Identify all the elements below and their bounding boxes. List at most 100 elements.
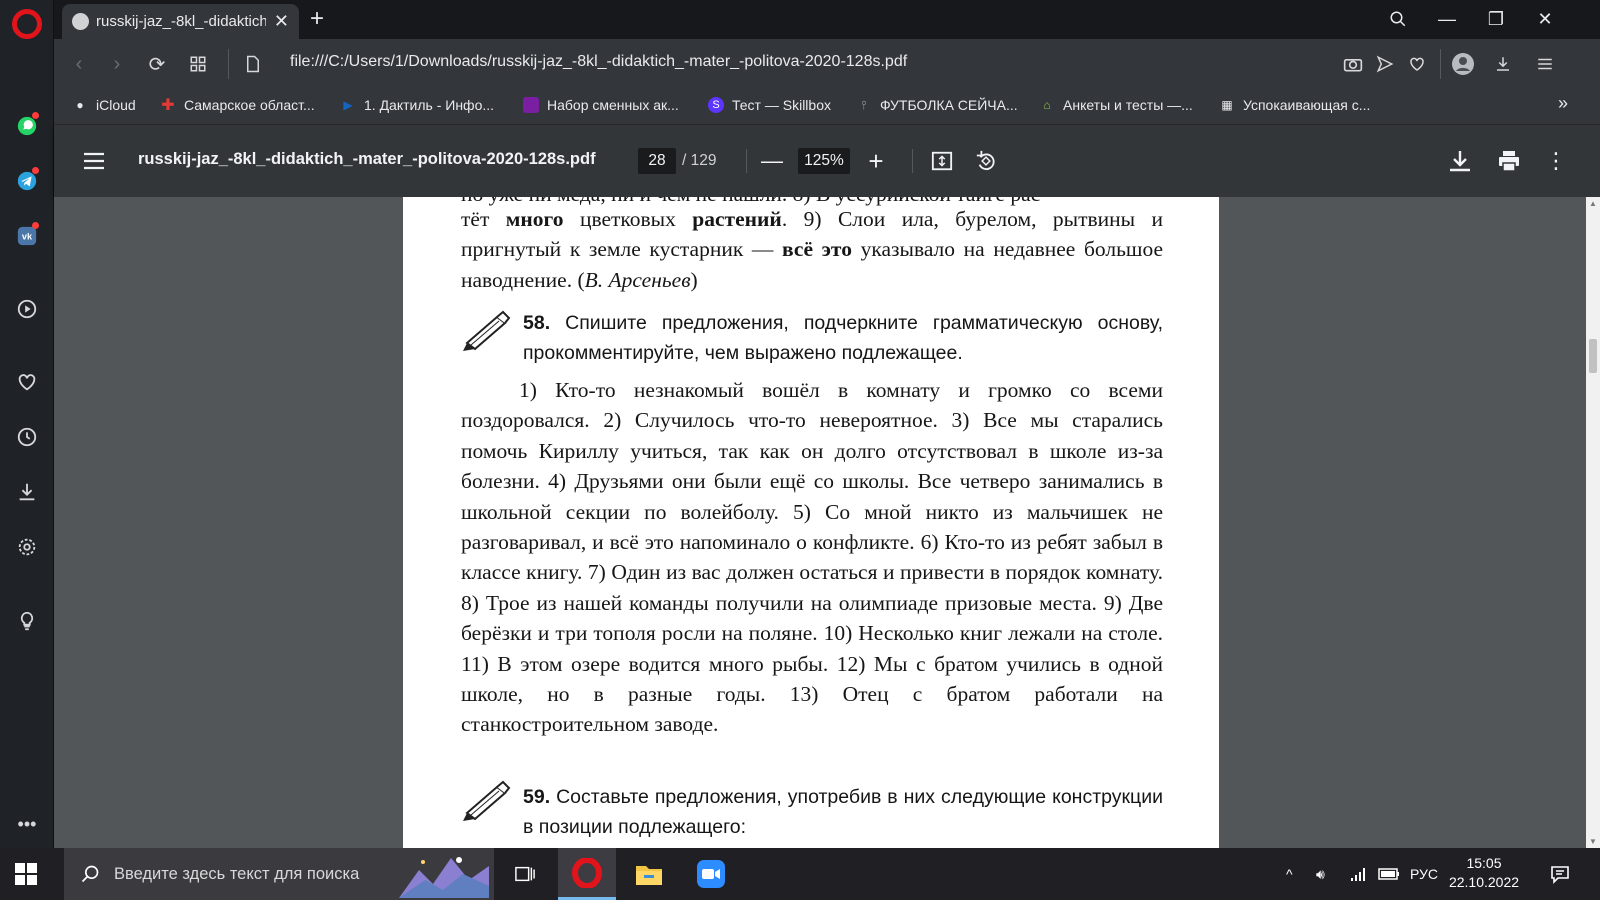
divider bbox=[228, 49, 229, 79]
notification-dot bbox=[32, 167, 39, 174]
bookmark-heart-icon[interactable] bbox=[1404, 51, 1430, 77]
clock[interactable]: 15:05 22.10.2022 bbox=[1440, 854, 1528, 892]
bookmark-label: Самарское област... bbox=[184, 97, 315, 113]
lightbulb-icon[interactable] bbox=[11, 605, 43, 637]
search-tabs-icon[interactable] bbox=[1385, 6, 1411, 32]
easy-setup-icon[interactable] bbox=[1532, 51, 1558, 77]
tab-pdf[interactable]: russkij-jaz_-8kl_-didaktich_ ✕ bbox=[62, 4, 299, 39]
bookmark-label: Успокаивающая с... bbox=[1243, 97, 1371, 113]
downloads-icon[interactable] bbox=[11, 476, 43, 508]
exercise-58-heading: 58. Спишите предложения, подчеркните гра… bbox=[523, 308, 1163, 369]
task-view-icon[interactable] bbox=[496, 848, 554, 900]
taskbar-opera[interactable] bbox=[558, 848, 616, 900]
scroll-thumb[interactable] bbox=[1589, 339, 1597, 373]
vk-icon[interactable]: vk bbox=[11, 220, 43, 252]
forward-button[interactable]: › bbox=[104, 51, 130, 77]
screen: vk ••• russkij-jaz_-8kl_-didaktich_ ✕ + bbox=[0, 0, 1600, 900]
scrollbar[interactable]: ▲ ▼ bbox=[1586, 197, 1600, 848]
notification-dot bbox=[32, 112, 39, 119]
page-number-input[interactable]: 28 bbox=[638, 148, 676, 174]
network-icon[interactable] bbox=[1350, 848, 1368, 900]
bookmark-item[interactable]: ● iCloud bbox=[72, 97, 136, 113]
pdf-download-icon[interactable] bbox=[1446, 147, 1474, 175]
exercise-instruction: Составьте предложения, употребив в них с… bbox=[523, 786, 1163, 839]
paragraph-arsenyev: тёт много цветковых растений. 9) Слои ил… bbox=[461, 204, 1163, 295]
taskbar-search-input[interactable]: Введите здесь текст для поиска bbox=[64, 848, 494, 900]
address-toolbar: ‹ › ⟳ file:///C:/Users/1/Downloads/russk… bbox=[54, 39, 1600, 89]
pdf-page: по уже ни меда, ни и чем не нашли. 8) В … bbox=[403, 197, 1219, 848]
more-actions-icon[interactable]: ⋮ bbox=[1542, 147, 1570, 175]
globe-icon bbox=[72, 13, 89, 30]
clock-time: 15:05 bbox=[1466, 855, 1502, 871]
red-cross-icon: ✚ bbox=[161, 97, 175, 114]
opera-icon bbox=[572, 857, 602, 888]
pdf-title: russkij-jaz_-8kl_-didaktich_-mater_-poli… bbox=[138, 150, 596, 168]
bookmark-label: iCloud bbox=[96, 97, 136, 113]
heart-icon[interactable] bbox=[11, 366, 43, 398]
search-icon bbox=[81, 865, 99, 883]
close-window-button[interactable]: ✕ bbox=[1532, 6, 1558, 32]
bookmark-item[interactable]: ✚ Самарское област... bbox=[160, 97, 315, 114]
back-button[interactable]: ‹ bbox=[66, 51, 92, 77]
windows-taskbar: Введите здесь текст для поиска ^ 🔊︎ РУС … bbox=[0, 848, 1600, 900]
print-icon[interactable] bbox=[1495, 147, 1523, 175]
rotate-icon[interactable] bbox=[972, 147, 1000, 175]
more-icon[interactable]: ••• bbox=[11, 808, 43, 840]
exercise-59-heading: 59. Составьте предложения, употребив в н… bbox=[523, 782, 1163, 843]
address-input[interactable]: file:///C:/Users/1/Downloads/russkij-jaz… bbox=[290, 53, 907, 71]
volume-icon[interactable]: 🔊︎ bbox=[1316, 848, 1325, 900]
bookmark-label: Тест — Skillbox bbox=[732, 97, 831, 113]
language-indicator[interactable]: РУС bbox=[1410, 848, 1438, 900]
zoom-out-button[interactable]: — bbox=[758, 147, 786, 175]
author-run: В. Арсеньев bbox=[584, 267, 691, 292]
opera-logo-icon[interactable] bbox=[12, 9, 42, 39]
pen-icon bbox=[463, 780, 511, 821]
house-icon: ⌂ bbox=[1043, 98, 1051, 112]
restore-button[interactable]: ❐ bbox=[1483, 6, 1509, 32]
exercise-58-body: 1) Кто-то незнакомый вошёл в комнату и г… bbox=[461, 378, 1163, 737]
bookmark-item[interactable]: ▦ Успокаивающая с... bbox=[1219, 97, 1370, 113]
scroll-up-icon[interactable]: ▲ bbox=[1589, 199, 1597, 208]
send-icon[interactable] bbox=[1372, 51, 1398, 77]
bookmarks-bar: ● iCloud ✚ Самарское област... ▶ 1. Дакт… bbox=[54, 89, 1600, 125]
speed-dial-icon[interactable] bbox=[185, 51, 211, 77]
zoom-input[interactable]: 125% bbox=[798, 148, 850, 174]
profile-avatar-icon[interactable] bbox=[1450, 51, 1476, 77]
fit-page-icon[interactable] bbox=[928, 147, 956, 175]
scroll-down-icon[interactable]: ▼ bbox=[1589, 837, 1597, 846]
close-tab-icon[interactable]: ✕ bbox=[274, 11, 289, 32]
download-icon[interactable] bbox=[1490, 51, 1516, 77]
pdf-viewer: по уже ни меда, ни и чем не нашли. 8) В … bbox=[54, 197, 1586, 848]
bookmarks-overflow-icon[interactable]: » bbox=[1558, 93, 1568, 114]
player-icon[interactable] bbox=[11, 293, 43, 325]
whatsapp-icon[interactable] bbox=[11, 110, 43, 142]
notification-center-icon[interactable] bbox=[1550, 848, 1570, 900]
reload-button[interactable]: ⟳ bbox=[144, 51, 170, 77]
tray-chevron-icon[interactable]: ^ bbox=[1286, 848, 1293, 900]
bird-icon: ▶ bbox=[343, 98, 353, 112]
minimize-button[interactable]: — bbox=[1434, 6, 1460, 32]
battery-icon[interactable] bbox=[1378, 848, 1400, 900]
exercise-number: 58. bbox=[523, 312, 551, 334]
zoom-in-button[interactable]: + bbox=[862, 146, 890, 176]
windows-start-icon[interactable] bbox=[14, 862, 38, 886]
settings-icon[interactable] bbox=[11, 531, 43, 563]
bookmark-item[interactable]: S Тест — Skillbox bbox=[708, 97, 831, 113]
bookmark-label: ФУТБОЛКА СЕЙЧА... bbox=[880, 97, 1018, 113]
history-icon[interactable] bbox=[11, 421, 43, 453]
tab-strip: russkij-jaz_-8kl_-didaktich_ ✕ + — ❐ ✕ bbox=[54, 0, 1600, 39]
new-tab-button[interactable]: + bbox=[310, 7, 324, 31]
bookmark-item[interactable]: Набор сменных ак... bbox=[523, 97, 679, 113]
search-highlight-image bbox=[399, 850, 489, 898]
menu-icon[interactable] bbox=[80, 147, 108, 175]
taskbar-zoom[interactable] bbox=[682, 848, 740, 900]
bookmark-item[interactable]: ▶ 1. Дактиль - Инфо... bbox=[340, 97, 494, 113]
bookmark-item[interactable]: ⫯ ФУТБОЛКА СЕЙЧА... bbox=[856, 97, 1018, 113]
text-run: тёт bbox=[461, 207, 506, 231]
opera-sidebar: vk ••• bbox=[0, 0, 54, 848]
taskbar-explorer[interactable] bbox=[620, 848, 678, 900]
telegram-icon[interactable] bbox=[11, 165, 43, 197]
bookmark-item[interactable]: ⌂ Анкеты и тесты —... bbox=[1039, 97, 1192, 113]
apple-icon: ● bbox=[76, 98, 84, 112]
camera-icon[interactable] bbox=[1340, 51, 1366, 77]
